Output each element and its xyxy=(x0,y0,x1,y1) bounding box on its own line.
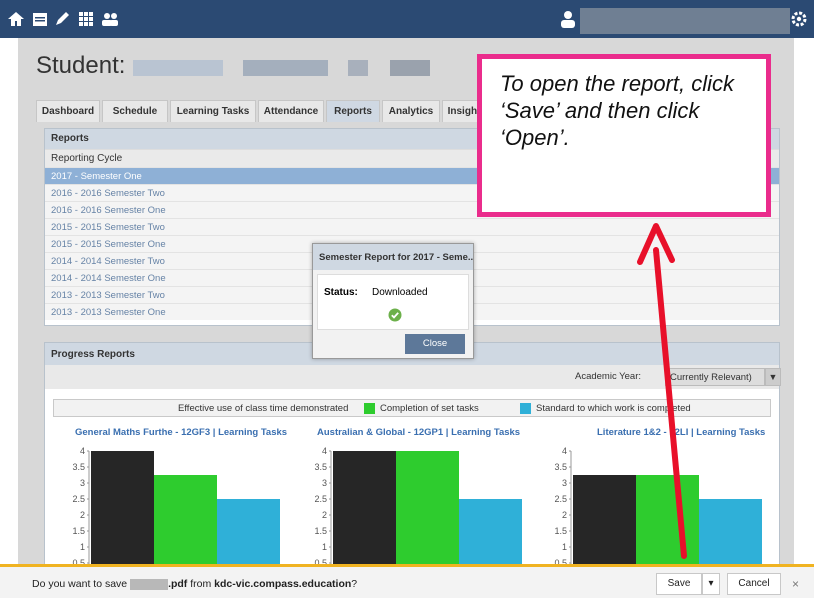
download-notification-bar: Do you want to save .pdf from kdc-vic.co… xyxy=(0,564,814,598)
prompt-end: ? xyxy=(351,578,358,590)
download-prompt: Do you want to save .pdf from kdc-vic.co… xyxy=(32,578,357,590)
close-icon[interactable]: × xyxy=(792,577,799,591)
prompt-from: from xyxy=(190,578,212,590)
redacted-filename xyxy=(130,578,169,590)
save-options-dropdown[interactable]: ▾ xyxy=(702,573,720,595)
download-domain: kdc-vic.compass.education xyxy=(214,578,352,590)
cancel-button[interactable]: Cancel xyxy=(727,573,781,595)
prompt-prefix: Do you want to save xyxy=(32,578,128,590)
save-button[interactable]: Save xyxy=(656,573,702,595)
filename-suffix: .pdf xyxy=(168,578,188,590)
arrow-annotation xyxy=(637,223,687,559)
